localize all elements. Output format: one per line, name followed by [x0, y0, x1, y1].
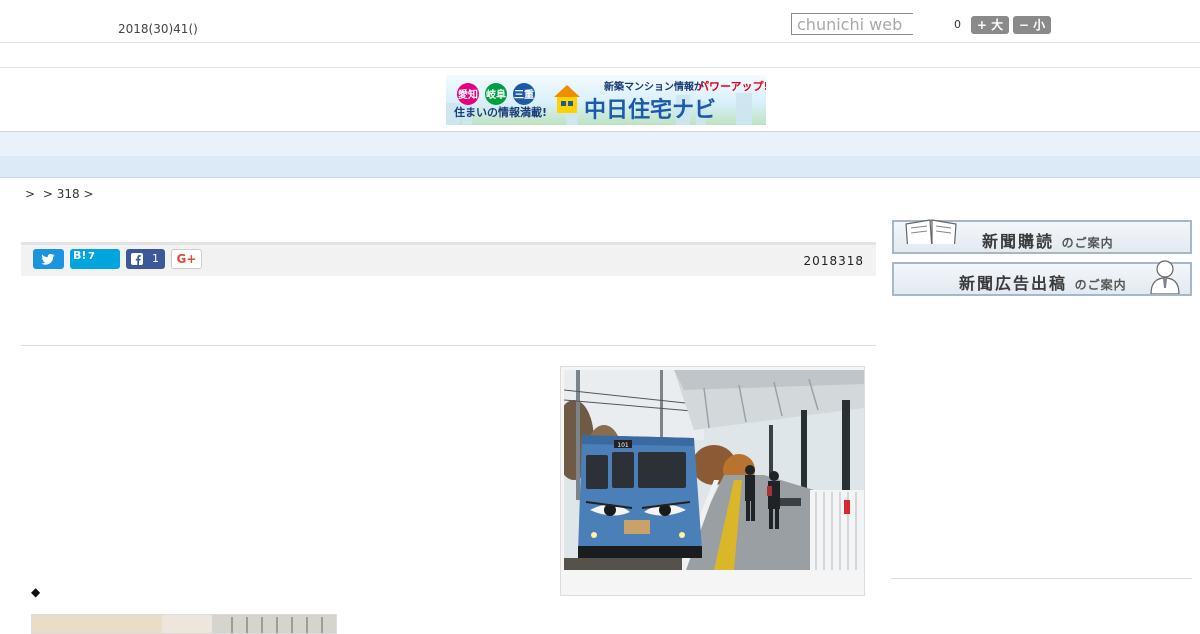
header-strip: [0, 43, 1200, 68]
svg-text:101: 101: [617, 442, 629, 449]
sidebar-divider: [891, 578, 1192, 579]
font-size-indicator: 0: [954, 18, 961, 31]
section-bullet: ◆: [31, 585, 41, 599]
sub-nav-bar: [0, 156, 1200, 178]
badge-aichi: 愛知: [458, 88, 478, 101]
housing-navi-banner-ad[interactable]: 愛知 岐阜 三重 住まいの情報満載! 新築マンション情報が パワーアップ!! 中…: [446, 75, 766, 125]
breadcrumb-home[interactable]: >: [25, 187, 35, 201]
banner-tagline: 住まいの情報満載!: [454, 105, 547, 119]
font-larger-button[interactable]: + 大: [971, 16, 1009, 34]
businessman-icon: [1150, 260, 1180, 294]
facebook-share-button[interactable]: 1: [126, 249, 165, 269]
gplus-share-button[interactable]: G+: [171, 249, 202, 269]
twitter-icon: [41, 253, 55, 265]
twitter-share-button[interactable]: [33, 249, 64, 269]
banner-brand: 中日住宅ナビ: [584, 97, 716, 123]
banner-art: 愛知 岐阜 三重 住まいの情報満載! 新築マンション情報が パワーアップ!! 中…: [446, 79, 766, 125]
train-photo[interactable]: 101: [564, 370, 864, 570]
open-book-icon: [905, 219, 957, 244]
badge-gifu: 岐阜: [486, 88, 506, 101]
facebook-count: 1: [152, 252, 159, 265]
second-article-photo[interactable]: [31, 614, 337, 634]
banner-headline-accent: パワーアップ!!: [698, 79, 766, 93]
newspaper-advertising-banner[interactable]: 新聞広告出稿 のご案内: [892, 260, 1192, 296]
hatena-bookmark-button[interactable]: B! 7: [70, 249, 120, 269]
hatena-count: 7: [88, 251, 95, 262]
font-smaller-button[interactable]: − 小: [1013, 16, 1051, 34]
share-row: B! 7 1 G+ 2018318: [21, 245, 876, 276]
subscription-title: 新聞購読: [982, 232, 1055, 251]
advertising-title: 新聞広告出稿: [959, 274, 1068, 293]
house-icon: [554, 85, 580, 113]
article-date: 2018318: [803, 254, 864, 268]
article-divider: [21, 345, 876, 346]
article-photo-frame: 101: [560, 366, 865, 596]
breadcrumb-section[interactable]: > 318 >: [43, 187, 94, 201]
current-date: 2018(30)41(): [118, 22, 198, 36]
facebook-icon: [131, 253, 143, 265]
search-input[interactable]: [791, 13, 913, 35]
advertising-subtitle: のご案内: [1074, 278, 1127, 292]
badge-mie: 三重: [514, 88, 534, 101]
subscription-subtitle: のご案内: [1061, 236, 1114, 250]
newspaper-subscription-banner[interactable]: 新聞購読 のご案内: [892, 219, 1192, 254]
breadcrumb: > > 318 >: [25, 187, 98, 201]
gplus-icon: G+: [176, 252, 197, 266]
banner-headline-small: 新築マンション情報が: [604, 80, 705, 93]
hatena-icon: B!: [73, 249, 87, 262]
main-nav: [0, 131, 1200, 157]
